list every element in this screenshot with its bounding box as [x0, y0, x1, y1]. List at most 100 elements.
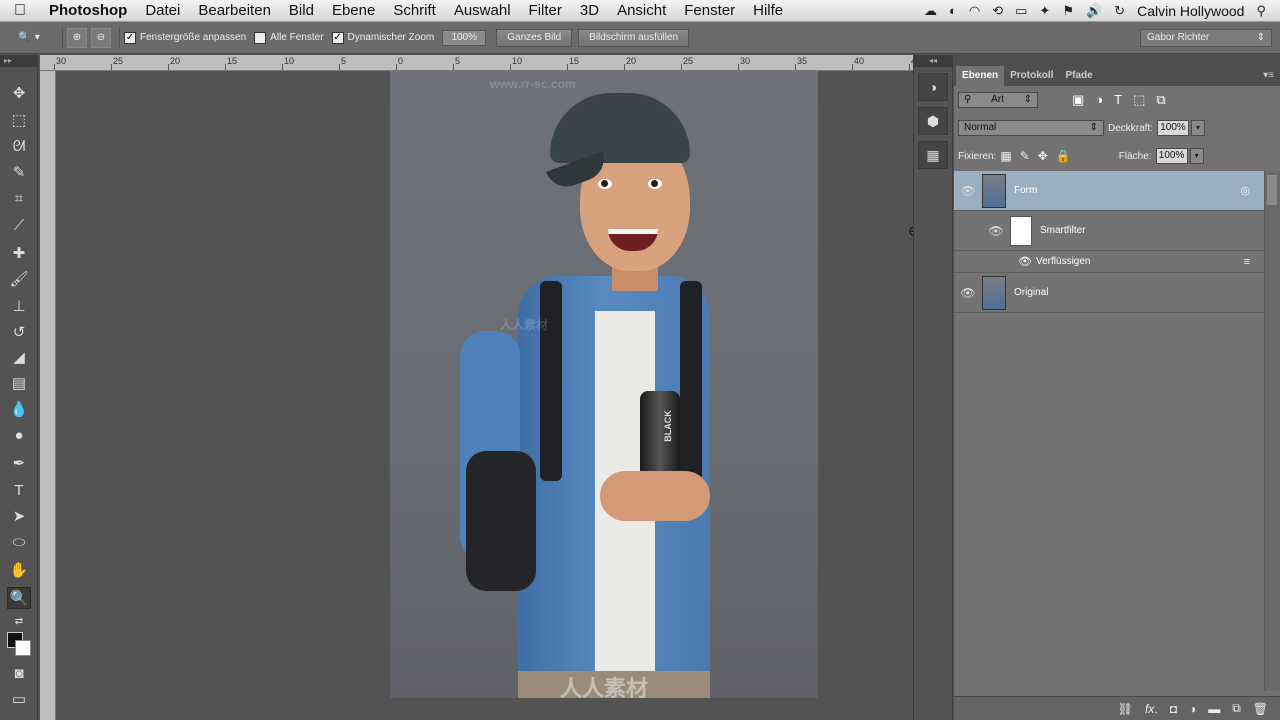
smart-filters-row[interactable]: 👁 Smartfilter [954, 211, 1264, 251]
gradient-tool-icon[interactable]: ▤ [7, 373, 31, 395]
styles-icon[interactable]: ⬢ [918, 107, 948, 135]
fit-screen-button[interactable]: Ganzes Bild [496, 28, 573, 47]
lock-image-icon[interactable]: ✎ [1020, 149, 1030, 163]
all-windows-checkbox[interactable]: Alle Fenster [254, 31, 324, 44]
fill-field[interactable]: 100% [1155, 148, 1188, 164]
menu-datei[interactable]: Datei [136, 2, 189, 19]
menu-auswahl[interactable]: Auswahl [445, 2, 520, 19]
path-selection-tool-icon[interactable]: ➤ [7, 506, 31, 528]
current-tool-preset[interactable]: 🔍 ▾ [0, 32, 58, 43]
checkbox-checked[interactable]: ✓ [331, 31, 344, 44]
blend-mode-select[interactable]: Normal ⇕ [958, 120, 1104, 136]
eye-icon[interactable]: 👁 [982, 224, 1010, 238]
layer-row-original[interactable]: 👁 Original [954, 273, 1264, 313]
zoom-out-button[interactable]: ⊖ [91, 27, 111, 48]
menu-ansicht[interactable]: Ansicht [608, 2, 675, 19]
type-filter-icon[interactable]: T [1114, 92, 1122, 108]
zoom-tool-icon[interactable]: 🔍 [7, 587, 31, 609]
canvas-area[interactable]: BLACK 人人素材 www.rr-sc.com 人人素材 [56, 71, 913, 720]
menu-photoshop[interactable]: Photoshop [40, 2, 136, 19]
user-name[interactable]: Calvin Hollywood [1137, 3, 1244, 19]
flag-icon[interactable]: ⚑ [1062, 3, 1074, 19]
clone-stamp-tool-icon[interactable]: ⊥ [7, 296, 31, 318]
eyedropper-tool-icon[interactable]: ⟋ [7, 215, 31, 237]
quick-selection-tool-icon[interactable]: ✎ [7, 162, 31, 184]
eraser-tool-icon[interactable]: ◢ [7, 347, 31, 369]
new-group-icon[interactable]: ▬ [1208, 702, 1220, 716]
menu-fenster[interactable]: Fenster [675, 2, 744, 19]
libraries-icon[interactable]: ▦ [918, 141, 948, 169]
sync-icon[interactable]: ↻ [1114, 3, 1125, 19]
filter-row-liquify[interactable]: 👁 Verflüssigen ≡ [954, 251, 1264, 273]
healing-brush-tool-icon[interactable]: ✚ [7, 243, 31, 265]
trash-icon[interactable]: 🗑 [1253, 702, 1268, 716]
lock-all-icon[interactable]: 🔒 [1056, 149, 1071, 163]
tab-paths[interactable]: Pfade [1059, 66, 1098, 86]
document-image[interactable]: BLACK 人人素材 www.rr-sc.com 人人素材 [390, 71, 818, 698]
toolbox-grip[interactable]: ▸▸ [0, 55, 37, 67]
layers-scrollbar[interactable] [1264, 171, 1280, 691]
ellipse-tool-icon[interactable]: ⬭ [7, 532, 31, 554]
adjustment-filter-icon[interactable]: ◑ [1095, 92, 1103, 108]
menu-ebene[interactable]: Ebene [323, 2, 384, 19]
panel-menu-icon[interactable]: ▾≡ [1263, 66, 1274, 86]
layer-style-icon[interactable]: fx. [1145, 702, 1158, 716]
opacity-field[interactable]: 100% [1157, 120, 1190, 136]
tab-layers[interactable]: Ebenen [956, 66, 1005, 86]
fill-dropdown-icon[interactable]: ▾ [1189, 148, 1204, 164]
fill-screen-button[interactable]: Bildschirm ausfüllen [578, 28, 690, 47]
display-icon[interactable]: ▭ [1015, 3, 1027, 19]
move-tool-icon[interactable]: ✥ [7, 83, 31, 105]
opacity-dropdown-icon[interactable]: ▾ [1191, 120, 1206, 136]
menu-bearbeiten[interactable]: Bearbeiten [189, 2, 280, 19]
lock-transparency-icon[interactable]: ▦ [1000, 149, 1011, 163]
eye-icon[interactable]: 👁 [954, 286, 982, 300]
quick-mask-icon[interactable]: ◙ [7, 663, 31, 685]
menu-3d[interactable]: 3D [571, 2, 608, 19]
zoom-in-button[interactable]: ⊕ [67, 27, 87, 48]
add-mask-icon[interactable]: ◘ [1170, 702, 1177, 716]
adjustments-icon[interactable]: ◑ [918, 73, 948, 101]
scrollbar-thumb[interactable] [1267, 175, 1277, 205]
layer-name[interactable]: Original [1014, 287, 1048, 298]
lasso-tool-icon[interactable]: ᘛ [7, 136, 31, 158]
type-tool-icon[interactable]: T [7, 480, 31, 502]
pen-tool-icon[interactable]: ✒ [7, 453, 31, 475]
bluetooth-icon[interactable]: ✦ [1039, 3, 1050, 19]
checkbox-checked[interactable]: ✓ [124, 31, 136, 44]
cloud-icon[interactable]: ☁ [924, 3, 937, 19]
lock-position-icon[interactable]: ✥ [1038, 149, 1048, 163]
smart-object-filter-icon[interactable]: ⧉ [1156, 92, 1165, 108]
menu-hilfe[interactable]: Hilfe [744, 2, 792, 19]
blur-tool-icon[interactable]: 💧 [7, 399, 31, 421]
checkbox-unchecked[interactable] [254, 31, 267, 44]
spotlight-search-icon[interactable]: ⚲ [1256, 3, 1266, 19]
link-layers-icon[interactable]: ⛓ [1118, 702, 1133, 716]
pixel-layer-filter-icon[interactable]: ▣ [1072, 92, 1084, 108]
filter-kind-select[interactable]: ⚲ Art ⇕ [958, 92, 1038, 108]
brush-tool-icon[interactable]: 🖌 [7, 269, 31, 291]
eye-icon[interactable]: 👁 [1018, 255, 1032, 268]
layer-name[interactable]: Form [1014, 185, 1037, 196]
smart-filter-mask[interactable] [1010, 215, 1032, 246]
do-not-disturb-icon[interactable]: ◐ [949, 3, 957, 18]
new-adjustment-icon[interactable]: ◑ [1189, 702, 1196, 716]
resize-windows-checkbox[interactable]: ✓ Fenstergröße anpassen [124, 31, 246, 44]
apple-icon[interactable]:  [0, 2, 40, 20]
volume-icon[interactable]: 🔊 [1086, 3, 1102, 19]
filter-blending-options-icon[interactable]: ≡ [1244, 256, 1250, 268]
workspace-select[interactable]: Gabor Richter ⇕ [1140, 28, 1272, 47]
scrubby-zoom-checkbox[interactable]: ✓ Dynamischer Zoom [331, 31, 434, 44]
tab-history[interactable]: Protokoll [1004, 66, 1059, 86]
eye-icon[interactable]: 👁 [954, 184, 982, 198]
zoom-value-field[interactable]: 100% [442, 29, 487, 46]
marquee-tool-icon[interactable]: ⬚ [7, 110, 31, 132]
hand-tool-icon[interactable]: ✋ [7, 560, 31, 582]
shape-filter-icon[interactable]: ⬚ [1133, 92, 1145, 108]
layer-row-form[interactable]: 👁 Form ◎ [954, 171, 1264, 211]
menu-schrift[interactable]: Schrift [384, 2, 445, 19]
new-layer-icon[interactable]: ⧉ [1232, 701, 1241, 716]
screen-mode-icon[interactable]: ▭ [7, 689, 31, 711]
dock-grip[interactable]: ◂◂ [914, 55, 952, 67]
color-swatches-icon[interactable] [7, 630, 31, 656]
